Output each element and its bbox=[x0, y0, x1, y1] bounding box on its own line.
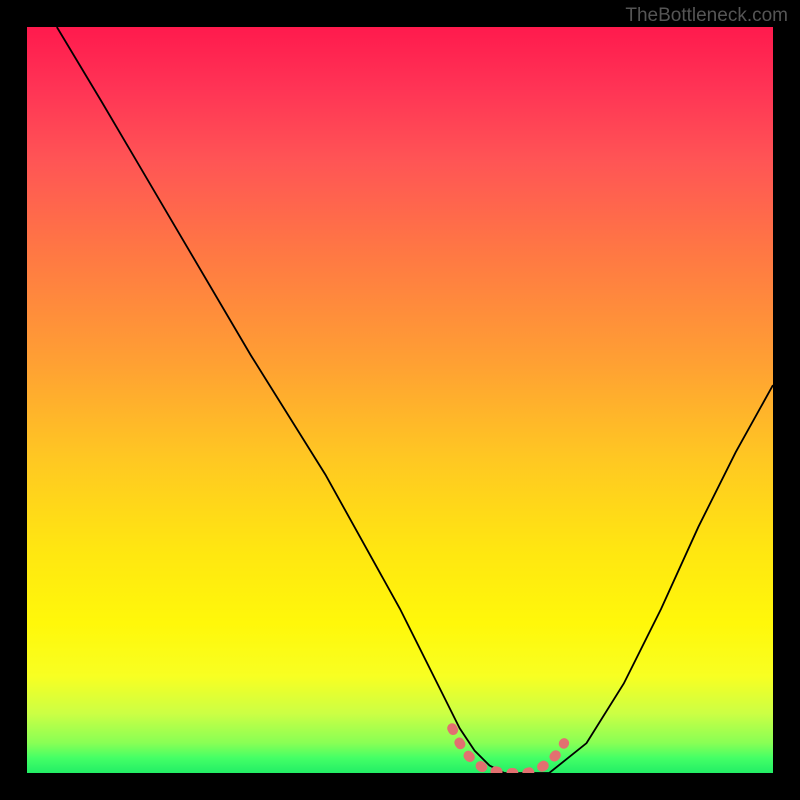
curve-svg bbox=[27, 27, 773, 773]
chart-container: TheBottleneck.com bbox=[0, 0, 800, 800]
watermark-text: TheBottleneck.com bbox=[625, 5, 788, 27]
bottleneck-curve bbox=[57, 27, 773, 773]
optimal-range-marker bbox=[452, 728, 564, 773]
plot-area bbox=[27, 27, 773, 773]
